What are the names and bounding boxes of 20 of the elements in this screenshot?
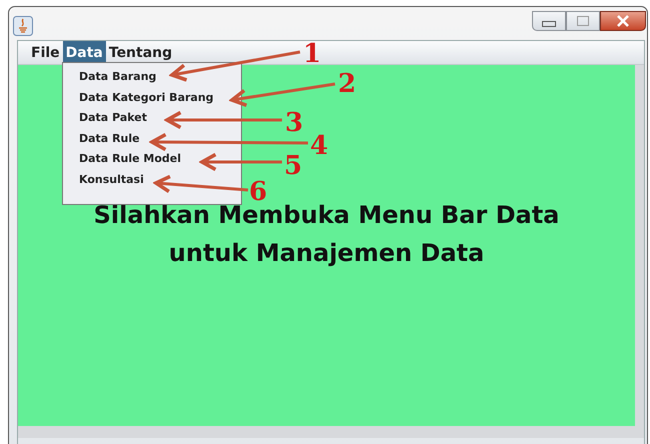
menu-entry[interactable]: Data Barang <box>79 67 241 88</box>
menu-entry[interactable]: Data Rule <box>79 128 241 149</box>
annotation-number: 5 <box>284 151 302 181</box>
annotation-number: 2 <box>338 69 356 99</box>
minimize-button[interactable] <box>532 11 566 31</box>
annotation-number: 1 <box>303 39 322 69</box>
close-icon <box>616 15 630 27</box>
menu-entry[interactable]: Data Rule Model <box>79 149 241 170</box>
menu-entry[interactable]: Data Paket <box>79 108 241 128</box>
menu-entry[interactable]: Konsultasi <box>79 170 241 190</box>
close-button[interactable] <box>600 11 646 31</box>
menu-item[interactable]: File <box>28 41 63 64</box>
menu-entry[interactable]: Data Kategori Barang <box>79 88 241 108</box>
annotation-number: 4 <box>310 131 328 161</box>
menu-item[interactable]: Data <box>62 41 106 64</box>
app-icon <box>13 16 33 36</box>
menu-item[interactable]: Tentang <box>106 41 176 64</box>
message-text: untuk Manajemen Data <box>168 239 484 267</box>
annotation-number: 3 <box>285 108 304 138</box>
maximize-button[interactable] <box>566 11 600 31</box>
